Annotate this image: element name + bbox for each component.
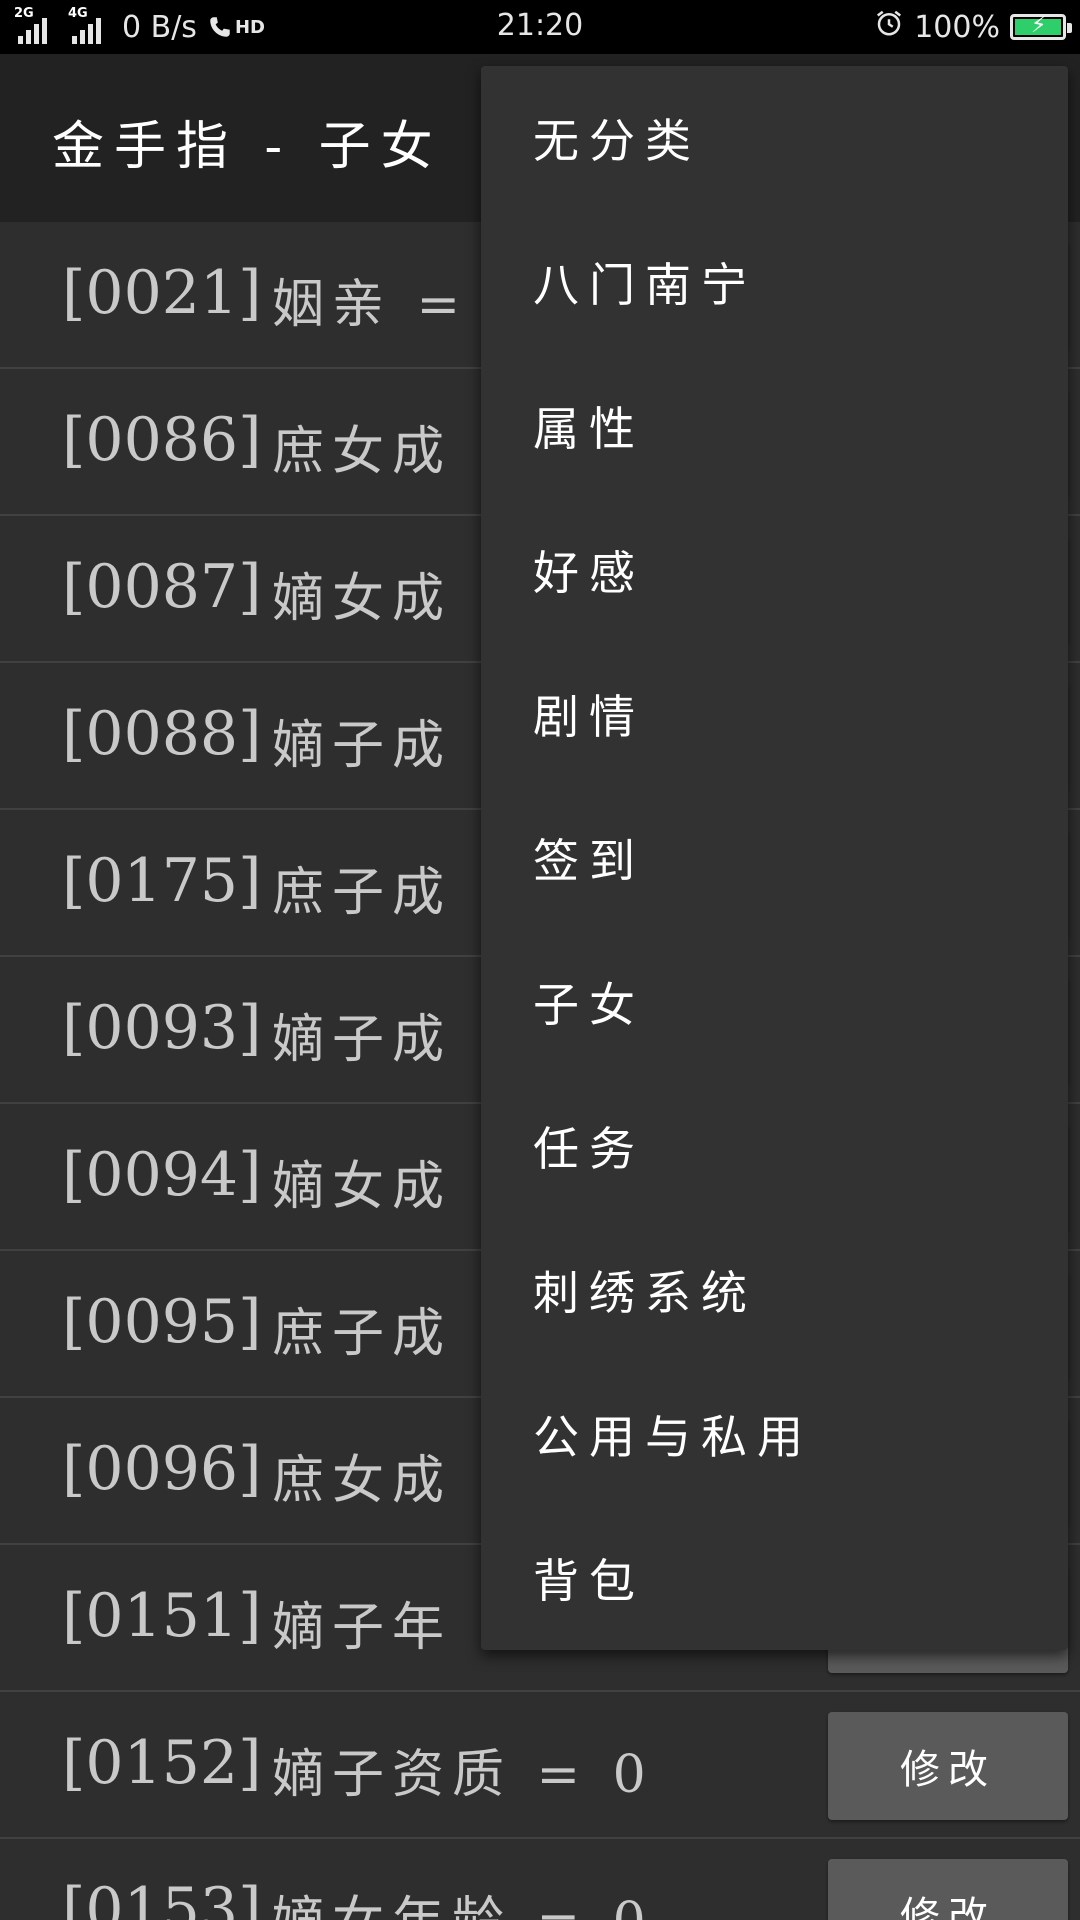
item-id: [0095] xyxy=(62,1287,262,1357)
item-id: [0021] xyxy=(62,258,262,328)
battery-percent: 100% xyxy=(914,9,1000,45)
edit-button[interactable]: 修改 xyxy=(828,1712,1068,1820)
item-id: [0175] xyxy=(62,846,262,916)
list-item: [0153] 嫡女年龄 = 0 修改 xyxy=(0,1839,1080,1920)
menu-item-attributes[interactable]: 属性 xyxy=(481,354,1068,498)
item-label: 庶女成 xyxy=(272,1451,453,1511)
item-id: [0151] xyxy=(62,1581,262,1651)
item-id: [0096] xyxy=(62,1434,262,1504)
menu-item-checkin[interactable]: 签到 xyxy=(481,786,1068,930)
list-item: [0152] 嫡子资质 = 0 修改 xyxy=(0,1692,1080,1839)
category-dropdown-menu: 无分类 八门南宁 属性 好感 剧情 签到 子女 任务 刺绣系统 公用与私用 背包 xyxy=(481,66,1068,1650)
alarm-icon xyxy=(874,8,904,46)
item-label: 嫡女成 xyxy=(272,569,453,629)
item-id: [0086] xyxy=(62,405,262,475)
menu-item-backpack[interactable]: 背包 xyxy=(481,1506,1068,1650)
menu-item-public-private[interactable]: 公用与私用 xyxy=(481,1362,1068,1506)
item-id: [0093] xyxy=(62,993,262,1063)
item-id: [0153] xyxy=(62,1875,262,1920)
page-title: 金手指 - 子女 xyxy=(52,117,443,177)
battery-icon: ⚡ xyxy=(1010,13,1072,40)
status-bar: 2G 4G 0 B/s HD 21:20 100% ⚡ xyxy=(0,0,1080,54)
item-label: 嫡子成 xyxy=(272,1010,453,1070)
status-right: 100% ⚡ xyxy=(874,8,1072,46)
menu-item-children[interactable]: 子女 xyxy=(481,930,1068,1074)
menu-item-tasks[interactable]: 任务 xyxy=(481,1074,1068,1218)
item-label: 嫡子成 xyxy=(272,716,453,776)
item-label: 姻亲 = xyxy=(272,275,469,335)
item-id: [0094] xyxy=(62,1140,262,1210)
menu-item-embroidery[interactable]: 刺绣系统 xyxy=(481,1218,1068,1362)
item-id: [0152] xyxy=(62,1728,262,1798)
item-label: 嫡子资质 = 0 xyxy=(272,1745,654,1805)
item-id: [0088] xyxy=(62,699,262,769)
item-label: 嫡女成 xyxy=(272,1157,453,1217)
item-id: [0087] xyxy=(62,552,262,622)
screen: 2G 4G 0 B/s HD 21:20 100% ⚡ 金手指 - 子女 [00… xyxy=(0,0,1080,1920)
menu-item-favor[interactable]: 好感 xyxy=(481,498,1068,642)
item-label: 庶女成 xyxy=(272,422,453,482)
edit-button[interactable]: 修改 xyxy=(828,1859,1068,1920)
menu-item-bamen-nanning[interactable]: 八门南宁 xyxy=(481,210,1068,354)
item-label: 嫡女年龄 = 0 xyxy=(272,1879,654,1920)
item-label: 庶子成 xyxy=(272,1304,453,1364)
menu-item-story[interactable]: 剧情 xyxy=(481,642,1068,786)
item-label: 嫡子年 xyxy=(272,1598,453,1658)
menu-item-uncategorized[interactable]: 无分类 xyxy=(481,66,1068,210)
item-label: 庶子成 xyxy=(272,863,453,923)
